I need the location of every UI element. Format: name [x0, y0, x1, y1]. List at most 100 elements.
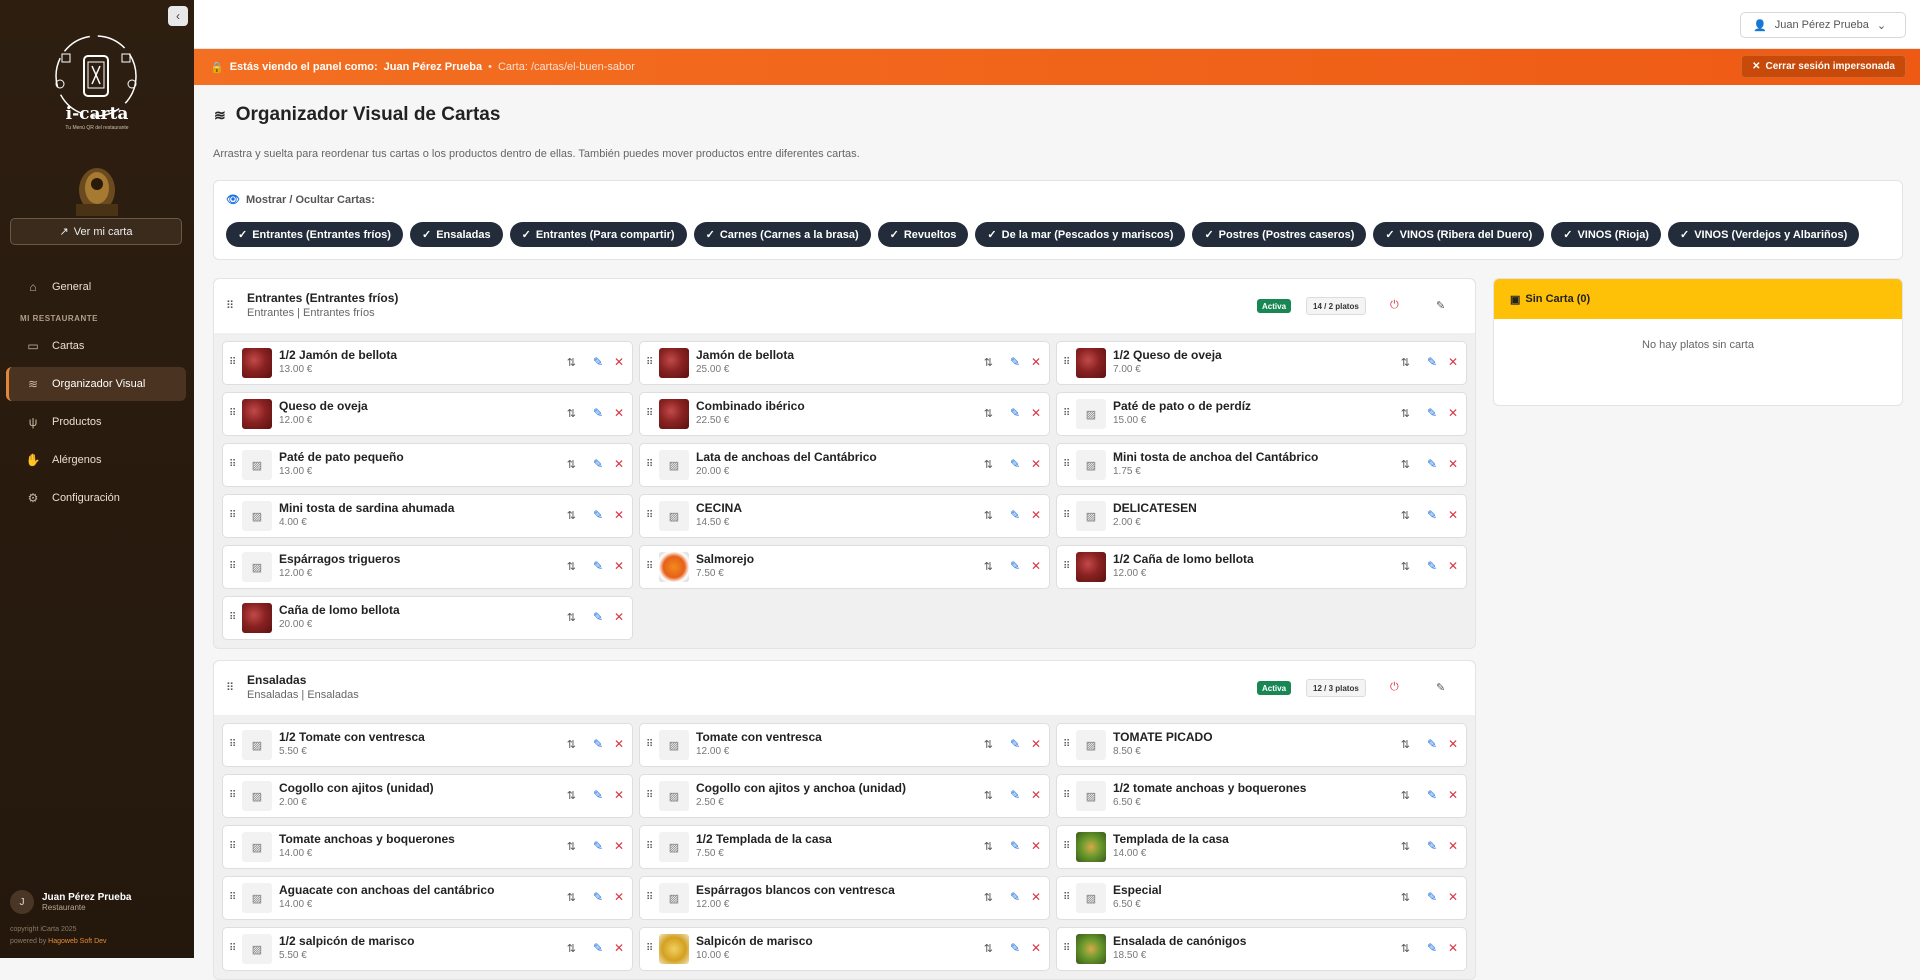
edit-icon[interactable]: ✎ — [1427, 559, 1437, 573]
edit-icon[interactable]: ✎ — [1010, 788, 1020, 802]
unlink-icon[interactable]: ✕ — [1031, 839, 1041, 853]
unlink-icon[interactable]: ✕ — [1448, 737, 1458, 751]
unlink-icon[interactable]: ✕ — [1031, 890, 1041, 904]
sort-icon[interactable]: ⇅ — [567, 840, 576, 853]
menu-item[interactable]: ⠿ ▨ 1/2 tomate anchoas y boquerones 6.50 € ⇅… — [1056, 774, 1467, 818]
sort-icon[interactable]: ⇅ — [1401, 942, 1410, 955]
edit-icon[interactable]: ✎ — [1427, 406, 1437, 420]
drag-handle-icon[interactable]: ⠿ — [1063, 739, 1070, 750]
edit-icon[interactable]: ✎ — [1010, 941, 1020, 955]
sort-icon[interactable]: ⇅ — [1401, 458, 1410, 471]
edit-icon[interactable]: ✎ — [593, 941, 603, 955]
unlink-icon[interactable]: ✕ — [614, 406, 624, 420]
drag-handle-icon[interactable]: ⠿ — [646, 790, 653, 801]
sort-icon[interactable]: ⇅ — [567, 942, 576, 955]
menu-item[interactable]: ⠿ Templada de la casa 14.00 € ⇅ ✎ ✕ — [1056, 825, 1467, 869]
edit-icon[interactable]: ✎ — [593, 788, 603, 802]
menu-item[interactable]: ⠿ ▨ Paté de pato pequeño 13.00 € ⇅ ✎ ✕ — [222, 443, 633, 487]
drag-handle-icon[interactable]: ⠿ — [229, 943, 236, 954]
edit-icon[interactable]: ✎ — [1010, 508, 1020, 522]
edit-icon[interactable]: ✎ — [593, 890, 603, 904]
unlink-icon[interactable]: ✕ — [614, 890, 624, 904]
menu-item[interactable]: ⠿ ▨ Espárragos blancos con ventresca 12.00 … — [639, 876, 1050, 920]
edit-icon[interactable]: ✎ — [1427, 941, 1437, 955]
unlink-icon[interactable]: ✕ — [1031, 737, 1041, 751]
sort-icon[interactable]: ⇅ — [567, 509, 576, 522]
end-impersonation-button[interactable]: ✕ Cerrar sesión impersonada — [1741, 55, 1906, 78]
sort-icon[interactable]: ⇅ — [567, 789, 576, 802]
filter-chip[interactable]: ✓ Carnes (Carnes a la brasa) — [693, 222, 871, 247]
menu-item[interactable]: ⠿ ▨ Especial 6.50 € ⇅ ✎ ✕ — [1056, 876, 1467, 920]
sort-icon[interactable]: ⇅ — [567, 560, 576, 573]
drag-handle-icon[interactable]: ⠿ — [229, 357, 236, 368]
menu-item[interactable]: ⠿ Jamón de bellota 25.00 € ⇅ ✎ ✕ — [639, 341, 1050, 385]
sort-icon[interactable]: ⇅ — [1401, 789, 1410, 802]
drag-handle-icon[interactable]: ⠿ — [646, 510, 653, 521]
edit-icon[interactable]: ✎ — [1427, 788, 1437, 802]
sort-icon[interactable]: ⇅ — [984, 458, 993, 471]
unlink-icon[interactable]: ✕ — [1031, 941, 1041, 955]
sort-icon[interactable]: ⇅ — [567, 407, 576, 420]
unlink-icon[interactable]: ✕ — [1448, 355, 1458, 369]
unlink-icon[interactable]: ✕ — [1031, 559, 1041, 573]
menu-item[interactable]: ⠿ ▨ 1/2 salpicón de marisco 5.50 € ⇅ ✎ ✕ — [222, 927, 633, 971]
menu-item[interactable]: ⠿ ▨ TOMATE PICADO 8.50 € ⇅ ✎ ✕ — [1056, 723, 1467, 767]
filter-chip[interactable]: ✓ Ensaladas — [409, 222, 503, 247]
sort-icon[interactable]: ⇅ — [1401, 738, 1410, 751]
menu-item[interactable]: ⠿ ▨ Paté de pato o de perdíz 15.00 € ⇅ ✎ ✕ — [1056, 392, 1467, 436]
sort-icon[interactable]: ⇅ — [984, 891, 993, 904]
menu-item[interactable]: ⠿ ▨ 1/2 Tomate con ventresca 5.50 € ⇅ ✎ ✕ — [222, 723, 633, 767]
drag-handle-icon[interactable]: ⠿ — [646, 943, 653, 954]
sort-icon[interactable]: ⇅ — [984, 407, 993, 420]
sort-icon[interactable]: ⇅ — [1401, 840, 1410, 853]
sidebar-item-organizador-visual[interactable]: ≋ Organizador Visual — [6, 367, 186, 401]
power-icon[interactable]: ⏻ — [1390, 299, 1399, 312]
unlink-icon[interactable]: ✕ — [614, 559, 624, 573]
sort-icon[interactable]: ⇅ — [567, 738, 576, 751]
unlink-icon[interactable]: ✕ — [1031, 457, 1041, 471]
sort-icon[interactable]: ⇅ — [984, 356, 993, 369]
powered-by-link[interactable]: Hagoweb Soft Dev — [48, 938, 106, 945]
menu-item[interactable]: ⠿ ▨ Espárragos trigueros 12.00 € ⇅ ✎ ✕ — [222, 545, 633, 589]
unlink-icon[interactable]: ✕ — [1031, 355, 1041, 369]
drag-handle-icon[interactable]: ⠿ — [229, 612, 236, 623]
drag-handle-icon[interactable]: ⠿ — [646, 892, 653, 903]
drag-handle-icon[interactable]: ⠿ — [1063, 510, 1070, 521]
drag-handle-icon[interactable]: ⠿ — [1063, 841, 1070, 852]
unlink-icon[interactable]: ✕ — [1448, 406, 1458, 420]
sort-icon[interactable]: ⇅ — [984, 789, 993, 802]
edit-icon[interactable]: ✎ — [1010, 737, 1020, 751]
unlink-icon[interactable]: ✕ — [614, 737, 624, 751]
edit-icon[interactable]: ✎ — [1427, 508, 1437, 522]
menu-item[interactable]: ⠿ ▨ DELICATESEN 2.00 € ⇅ ✎ ✕ — [1056, 494, 1467, 538]
sort-icon[interactable]: ⇅ — [567, 356, 576, 369]
unlink-icon[interactable]: ✕ — [614, 457, 624, 471]
menu-item[interactable]: ⠿ ▨ Cogollo con ajitos y anchoa (unidad) 2.… — [639, 774, 1050, 818]
menu-item[interactable]: ⠿ ▨ 1/2 Templada de la casa 7.50 € ⇅ ✎ ✕ — [639, 825, 1050, 869]
menu-item[interactable]: ⠿ 1/2 Queso de oveja 7.00 € ⇅ ✎ ✕ — [1056, 341, 1467, 385]
sort-icon[interactable]: ⇅ — [567, 891, 576, 904]
sort-icon[interactable]: ⇅ — [1401, 407, 1410, 420]
menu-item[interactable]: ⠿ ▨ Mini tosta de sardina ahumada 4.00 € ⇅ ✎ ✕ — [222, 494, 633, 538]
unlink-icon[interactable]: ✕ — [1448, 839, 1458, 853]
menu-item[interactable]: ⠿ 1/2 Jamón de bellota 13.00 € ⇅ ✎ ✕ — [222, 341, 633, 385]
user-dropdown[interactable]: 👤 Juan Pérez Prueba ⌄ — [1740, 12, 1906, 38]
unlink-icon[interactable]: ✕ — [614, 941, 624, 955]
sort-icon[interactable]: ⇅ — [1401, 891, 1410, 904]
menu-item[interactable]: ⠿ ▨ Lata de anchoas del Cantábrico 20.00 € ⇅… — [639, 443, 1050, 487]
edit-icon[interactable]: ✎ — [1010, 457, 1020, 471]
edit-icon[interactable]: ✎ — [1427, 839, 1437, 853]
sort-icon[interactable]: ⇅ — [1401, 509, 1410, 522]
view-my-menu-button[interactable]: ↗ Ver mi carta — [10, 218, 182, 245]
unlink-icon[interactable]: ✕ — [1031, 406, 1041, 420]
edit-icon[interactable]: ✎ — [593, 406, 603, 420]
sort-icon[interactable]: ⇅ — [984, 942, 993, 955]
menu-item[interactable]: ⠿ ▨ Mini tosta de anchoa del Cantábrico 1.7… — [1056, 443, 1467, 487]
edit-icon[interactable]: ✎ — [593, 508, 603, 522]
drag-handle-icon[interactable]: ⠿ — [646, 739, 653, 750]
menu-item[interactable]: ⠿ ▨ Tomate anchoas y boquerones 14.00 € ⇅ ✎ ✕ — [222, 825, 633, 869]
drag-handle-icon[interactable]: ⠿ — [1063, 892, 1070, 903]
edit-icon[interactable]: ✎ — [1010, 839, 1020, 853]
drag-handle-icon[interactable]: ⠿ — [229, 408, 236, 419]
filter-chip[interactable]: ✓ Postres (Postres caseros) — [1192, 222, 1367, 247]
